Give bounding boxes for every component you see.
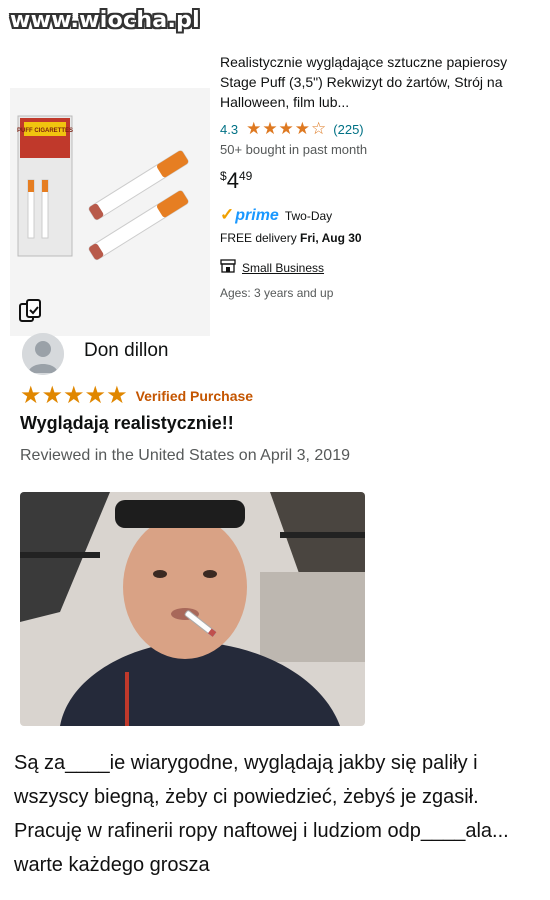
delivery-date: Fri, Aug 30	[300, 231, 362, 245]
product-title[interactable]: Realistycznie wyglądające sztuczne papie…	[220, 52, 520, 112]
price-whole: 4	[226, 168, 239, 193]
product-rating[interactable]: 4.3 ★★★★☆ (225)	[220, 119, 364, 139]
avatar-icon	[22, 333, 64, 375]
review-rating-row: ★★★★★ Verified Purchase	[20, 381, 253, 410]
prime-check-icon: ✓	[220, 205, 235, 224]
delivery-prefix: FREE delivery	[220, 231, 301, 245]
site-watermark: www.wiocha.pl	[10, 8, 200, 33]
store-icon	[220, 259, 236, 276]
delivery-info: FREE delivery Fri, Aug 30	[220, 231, 362, 245]
customer-photo	[20, 492, 365, 726]
rating-count[interactable]: (225)	[333, 122, 363, 137]
compare-icon[interactable]	[18, 298, 44, 324]
review-date: Reviewed in the United States on April 3…	[20, 447, 350, 464]
prime-delivery-speed: Two-Day	[284, 209, 333, 223]
age-range: Ages: 3 years and up	[220, 286, 334, 300]
small-business-label[interactable]: Small Business	[242, 261, 324, 275]
bought-count: 50+ bought in past month	[220, 142, 368, 157]
package-label: PUFF CIGARETTES	[17, 128, 73, 134]
prime-logo: prime	[235, 207, 279, 224]
price-currency: $	[220, 169, 227, 183]
review-photo[interactable]	[20, 492, 365, 726]
price-cents: 49	[238, 169, 253, 183]
review-body: Są za____ie wiarygodne, wyglądają jakby …	[14, 752, 509, 876]
verified-purchase-badge: Verified Purchase	[135, 387, 254, 404]
small-business-badge[interactable]: Small Business	[220, 259, 324, 276]
star-rating-icon: ★★★★☆	[246, 119, 328, 138]
reviewer-name[interactable]: Don dillon	[84, 340, 169, 362]
price: $449	[220, 168, 252, 194]
rating-value: 4.3	[220, 121, 239, 137]
review-stars-icon: ★★★★★	[20, 382, 128, 409]
prime-badge: ✓ prime Two-Day	[220, 205, 332, 225]
review-title[interactable]: Wyglądają realistycznie!!	[20, 413, 234, 434]
